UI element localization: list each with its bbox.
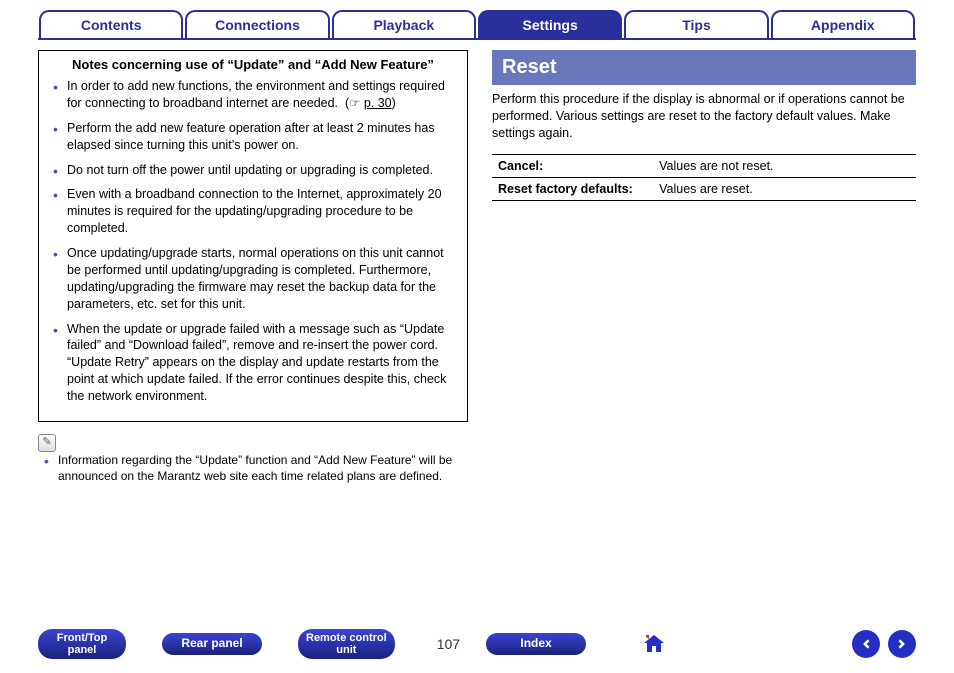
- param-label: Reset factory defaults:: [492, 177, 653, 200]
- footnote-list: Information regarding the “Update” funct…: [38, 452, 468, 492]
- notes-item: Even with a broadband connection to the …: [59, 186, 459, 245]
- notes-item: In order to add new functions, the envir…: [59, 78, 459, 120]
- link-label: Front/Toppanel: [57, 632, 108, 656]
- notes-item: Do not turn off the power until updating…: [59, 162, 459, 187]
- tab-connections[interactable]: Connections: [185, 10, 329, 38]
- reset-heading: Reset: [492, 50, 916, 85]
- right-column: Reset Perform this procedure if the disp…: [492, 50, 916, 613]
- top-tabs: Contents Connections Playback Settings T…: [38, 10, 916, 38]
- tab-tips[interactable]: Tips: [624, 10, 768, 38]
- tab-appendix[interactable]: Appendix: [771, 10, 915, 38]
- notes-title: Notes concerning use of “Update” and “Ad…: [47, 53, 459, 78]
- home-icon[interactable]: [642, 632, 666, 656]
- tab-settings[interactable]: Settings: [478, 10, 622, 38]
- reset-body: Perform this procedure if the display is…: [492, 91, 916, 201]
- notes-text: In order to add new functions, the envir…: [67, 79, 445, 110]
- footer: Front/Toppanel Rear panel Remote control…: [38, 629, 916, 659]
- reset-description: Perform this procedure if the display is…: [492, 91, 916, 142]
- next-page-button[interactable]: [888, 630, 916, 658]
- footnote-item: Information regarding the “Update” funct…: [50, 452, 468, 492]
- tab-playback[interactable]: Playback: [332, 10, 476, 38]
- tab-underline: [38, 38, 916, 40]
- link-rear-panel[interactable]: Rear panel: [162, 633, 262, 654]
- prev-page-button[interactable]: [852, 630, 880, 658]
- page-content: Notes concerning use of “Update” and “Ad…: [38, 50, 916, 613]
- table-row: Reset factory defaults: Values are reset…: [492, 177, 916, 200]
- reset-params-table: Cancel: Values are not reset. Reset fact…: [492, 154, 916, 201]
- page-link-30[interactable]: p. 30: [364, 96, 392, 110]
- link-index[interactable]: Index: [486, 633, 586, 654]
- param-value: Values are not reset.: [653, 154, 916, 177]
- link-remote-control-unit[interactable]: Remote controlunit: [298, 629, 395, 659]
- table-row: Cancel: Values are not reset.: [492, 154, 916, 177]
- nav-arrows: [852, 630, 916, 658]
- notes-item: Perform the add new feature operation af…: [59, 120, 459, 162]
- link-label: Remote controlunit: [306, 632, 387, 656]
- left-column: Notes concerning use of “Update” and “Ad…: [38, 50, 468, 613]
- param-value: Values are reset.: [653, 177, 916, 200]
- page-number: 107: [437, 636, 460, 652]
- pencil-note-icon: ✎: [38, 434, 56, 452]
- param-label: Cancel:: [492, 154, 653, 177]
- notes-item: Once updating/upgrade starts, normal ope…: [59, 245, 459, 321]
- notes-list: In order to add new functions, the envir…: [47, 78, 459, 413]
- notes-box: Notes concerning use of “Update” and “Ad…: [38, 50, 468, 422]
- notes-item: When the update or upgrade failed with a…: [59, 321, 459, 413]
- tab-contents[interactable]: Contents: [39, 10, 183, 38]
- link-front-top-panel[interactable]: Front/Toppanel: [38, 629, 126, 659]
